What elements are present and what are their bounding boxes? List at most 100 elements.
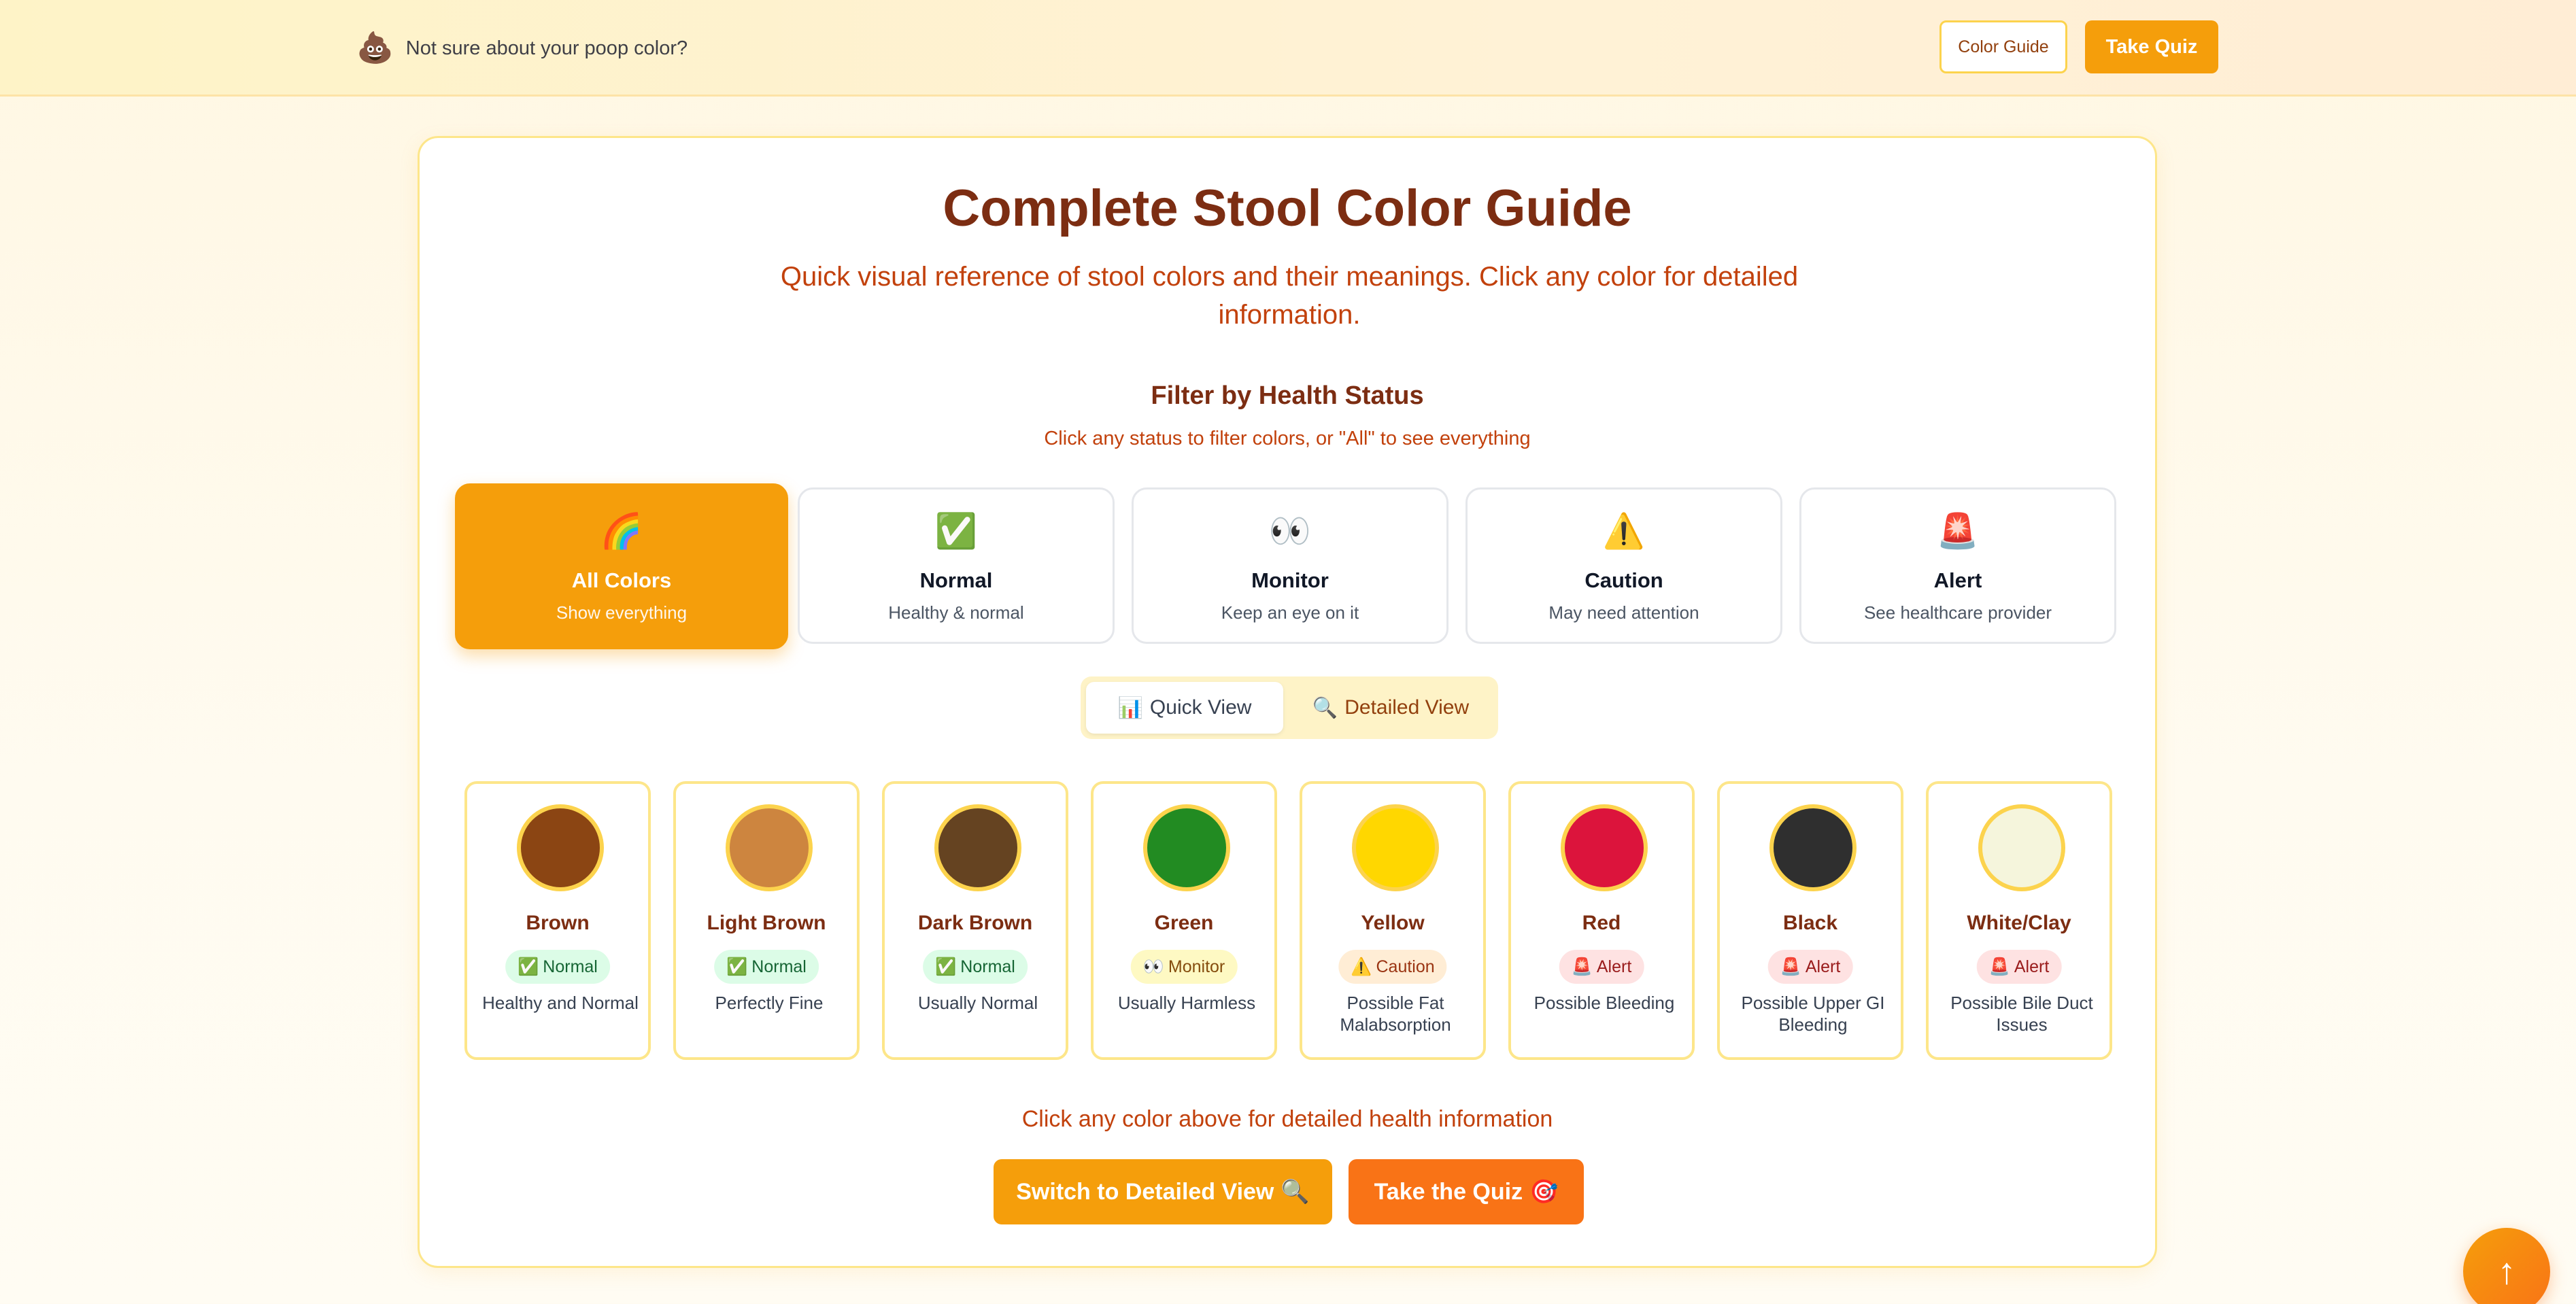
color-card-brown[interactable]: Brown ✅ Normal Healthy and Normal [464,781,651,1060]
color-card-green[interactable]: Green 👀 Monitor Usually Harmless [1091,781,1277,1060]
color-card-dark-brown[interactable]: Dark Brown ✅ Normal Usually Normal [882,781,1068,1060]
filter-hint: Click any status to filter colors, or "A… [1044,428,1531,449]
status-label: Normal [543,957,598,976]
quick-view-label: Quick View [1149,696,1252,719]
color-description: Usually Harmless [1117,993,1256,1013]
view-toggle: 📊 Quick View 🔍 Detailed View [1081,676,1498,739]
filter-caution[interactable]: ⚠️ Caution May need attention [1465,487,1782,644]
filter-label: All Colors [571,568,672,592]
take-quiz-button[interactable]: Take Quiz [2085,20,2218,73]
filter-label: Normal [919,568,993,592]
color-description: Perfectly Fine [715,993,824,1013]
filter-normal[interactable]: ✅ Normal Healthy & normal [798,487,1115,644]
color-guide-button[interactable]: Color Guide [1939,20,2067,73]
color-card-yellow[interactable]: Yellow ⚠️ Caution Possible Fat Malabsorp… [1300,781,1486,1060]
siren-icon: 🚨 [1988,957,2010,976]
color-guide-card: Complete Stool Color Guide Quick visual … [418,136,2157,1268]
quick-view-tab[interactable]: 📊 Quick View [1086,682,1283,734]
poop-icon: 💩 [356,31,394,65]
filter-monitor[interactable]: 👀 Monitor Keep an eye on it [1132,487,1448,644]
color-swatch [517,804,604,891]
color-description: Possible Fat Malabsorption [1340,993,1451,1035]
filter-all[interactable]: 🌈 All Colors Show everything [455,483,788,649]
status-label: Normal [751,957,807,976]
status-badge: ✅ Normal [923,950,1028,984]
status-badge: 🚨 Alert [1559,950,1644,984]
filter-description: May need attention [1548,602,1699,623]
check-mark-icon: ✅ [518,957,539,976]
color-swatch [1978,804,2065,891]
color-card-red[interactable]: Red 🚨 Alert Possible Bleeding [1508,781,1695,1060]
switch-detailed-view-button[interactable]: Switch to Detailed View 🔍 [994,1159,1332,1224]
status-badge: ✅ Normal [714,950,819,984]
color-card-black[interactable]: Black 🚨 Alert Possible Upper GI Bleeding [1717,781,1903,1060]
button-label: Switch to Detailed View [1016,1178,1274,1205]
status-label: Caution [1376,957,1435,976]
magnifier-icon: 🔍 [1281,1179,1310,1205]
top-banner: 💩 Not sure about your poop color? Color … [0,0,2576,97]
status-label: Normal [960,957,1015,976]
color-name: Light Brown [707,912,826,934]
filter-label: Alert [1933,568,1982,592]
color-swatch [726,804,813,891]
status-filters: 🌈 All Colors Show everything ✅ Normal He… [455,483,2122,652]
warning-icon: ⚠️ [1351,957,1372,976]
check-mark-icon: ✅ [934,512,978,550]
color-swatch [1352,804,1439,891]
color-card-white-clay[interactable]: White/Clay 🚨 Alert Possible Bile Duct Is… [1926,781,2112,1060]
target-icon: 🎯 [1529,1179,1559,1205]
scroll-to-top-button[interactable]: ↑ [2463,1228,2550,1304]
color-description: Possible Bleeding [1533,993,1675,1013]
status-label: Alert [1596,957,1632,976]
siren-icon: 🚨 [1571,957,1593,976]
color-swatch [1769,804,1857,891]
banner-question: Not sure about your poop color? [405,37,688,59]
color-swatch [1143,804,1230,891]
check-mark-icon: ✅ [726,957,748,976]
color-description: Usually Normal [917,993,1038,1013]
status-badge: ⚠️ Caution [1338,950,1447,984]
detailed-view-tab[interactable]: 🔍 Detailed View [1289,682,1493,734]
magnifier-icon: 🔍 [1312,696,1338,719]
filter-description: Healthy & normal [888,602,1024,623]
warning-icon: ⚠️ [1602,512,1646,550]
filter-label: Caution [1584,568,1663,592]
status-badge: ✅ Normal [505,950,610,984]
bottom-hint: Click any color above for detailed healt… [1021,1106,1553,1132]
detailed-view-label: Detailed View [1344,696,1470,719]
arrow-up-icon: ↑ [2497,1251,2516,1292]
filter-alert[interactable]: 🚨 Alert See healthcare provider [1799,487,2116,644]
color-name: Red [1582,912,1621,934]
color-name: Brown [526,912,590,934]
color-name: Yellow [1361,912,1425,934]
banner-message: 💩 Not sure about your poop color? [356,31,688,66]
check-mark-icon: ✅ [935,957,957,976]
eyes-icon: 👀 [1268,512,1312,550]
color-description: Healthy and Normal [482,993,639,1013]
status-label: Monitor [1168,957,1225,976]
color-name: White/Clay [1967,912,2071,934]
color-swatch [1561,804,1648,891]
status-label: Alert [1805,957,1841,976]
color-name: Dark Brown [917,912,1033,934]
status-badge: 👀 Monitor [1130,950,1238,984]
rainbow-icon: 🌈 [600,512,643,550]
eyes-icon: 👀 [1142,957,1164,976]
status-badge: 🚨 Alert [1767,950,1853,984]
page-subtitle: Quick visual reference of stool colors a… [780,262,1799,330]
filter-description: Keep an eye on it [1221,602,1359,623]
filter-description: See healthcare provider [1863,602,2052,623]
siren-icon: 🚨 [1936,512,1980,550]
color-card-light-brown[interactable]: Light Brown ✅ Normal Perfectly Fine [673,781,860,1060]
page-title: Complete Stool Color Guide [943,179,1632,237]
status-badge: 🚨 Alert [1976,950,2062,984]
status-label: Alert [2014,957,2050,976]
filter-label: Monitor [1251,568,1329,592]
take-the-quiz-button[interactable]: Take the Quiz 🎯 [1349,1159,1584,1224]
button-label: Take the Quiz [1374,1178,1523,1205]
color-grid: Brown ✅ Normal Healthy and Normal Light … [464,781,2113,1060]
bar-chart-icon: 📊 [1117,696,1143,719]
color-name: Green [1154,912,1214,934]
filter-description: Show everything [556,602,688,623]
color-description: Possible Upper GI Bleeding [1741,993,1885,1035]
